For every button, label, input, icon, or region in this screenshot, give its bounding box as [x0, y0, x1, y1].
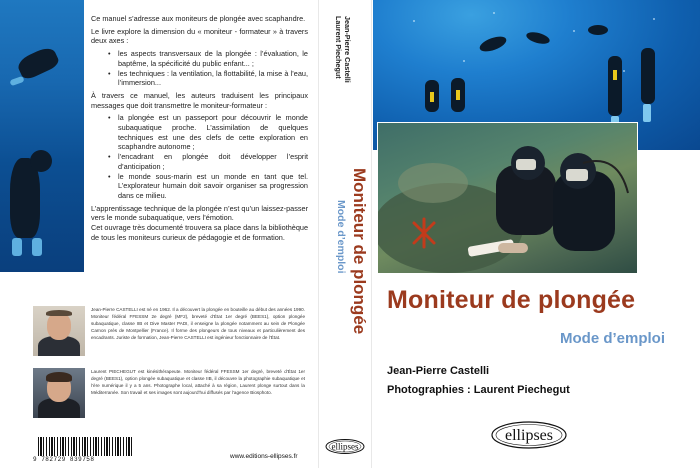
- list-item: l’encadrant en plongée doit développer l…: [91, 152, 308, 171]
- barcode-bars: [38, 437, 134, 456]
- back-cover-blurb: Ce manuel s’adresse aux moniteurs de plo…: [91, 14, 308, 245]
- blurb-paragraph: Ce manuel s’adresse aux moniteurs de plo…: [91, 14, 306, 23]
- publisher-website: www.editions-ellipses.fr: [230, 453, 298, 460]
- list-item: le monde sous-marin est un monde en tant…: [91, 172, 308, 201]
- publisher-name: ellipses: [505, 427, 553, 444]
- barcode-number: 9 782729 839758: [33, 456, 95, 463]
- back-cover-diver-photo: [0, 0, 84, 272]
- blurb-paragraph: L’apprentissage technique de la plongée …: [91, 203, 308, 223]
- instructor-scene: [378, 146, 629, 273]
- author-photo-castelli: [33, 306, 85, 356]
- book-subtitle: Mode d’emploi: [560, 330, 665, 347]
- book-photographer: Photographies : Laurent Piechegut: [387, 384, 570, 396]
- axes-list: les aspects transversaux de la plongée :…: [91, 49, 308, 88]
- list-item: les techniques : la ventilation, la flot…: [91, 69, 308, 88]
- front-cover: [373, 0, 700, 468]
- back-cover: Ce manuel s’adresse aux moniteurs de plo…: [0, 0, 318, 468]
- author-bio-castelli: Jean-Pierre CASTELLI est né en 1962. Il …: [33, 306, 305, 366]
- blurb-paragraph: Cet ouvrage très documenté trouvera sa p…: [91, 223, 309, 242]
- spine-title: Moniteur de plongée: [350, 168, 369, 335]
- blurb-paragraph: Le livre explore la dimension du « monit…: [91, 26, 308, 46]
- book-title: Moniteur de plongée: [387, 286, 636, 314]
- book-author: Jean-Pierre Castelli: [387, 365, 490, 377]
- list-item: la plongée est un passeport pour découvr…: [91, 113, 308, 152]
- author-bio-text: Laurent PIECHEGUT est kinésithérapeute. …: [91, 369, 305, 396]
- spine-publisher-logo: ellipses: [325, 439, 365, 454]
- book-spine: Jean-Pierre Castelli Laurent Piechegut M…: [318, 0, 372, 468]
- spine-subtitle: Mode d’emploi: [335, 200, 347, 274]
- author-bios: Jean-Pierre CASTELLI est né en 1962. Il …: [33, 306, 305, 430]
- messages-list: la plongée est un passeport pour découvr…: [91, 113, 308, 200]
- spine-publisher-name: ellipses: [332, 442, 359, 452]
- front-cover-instructor-photo: [377, 122, 638, 274]
- spine-author-1: Jean-Pierre Castelli: [343, 16, 352, 83]
- author-bio-piechegut: Laurent PIECHEGUT est kinésithérapeute. …: [33, 368, 305, 428]
- isbn-barcode: 9 782729 839758: [33, 437, 137, 463]
- author-bio-text: Jean-Pierre CASTELLI est né en 1962. Il …: [91, 307, 305, 341]
- publisher-logo: ellipses: [491, 421, 567, 449]
- spine-author-2: Laurent Piechegut: [334, 16, 344, 79]
- spine-authors: Jean-Pierre Castelli Laurent Piechegut: [334, 16, 352, 83]
- author-photo-piechegut: [33, 368, 85, 418]
- list-item: les aspects transversaux de la plongée :…: [91, 49, 308, 68]
- blurb-paragraph: À travers ce manuel, les auteurs traduis…: [91, 90, 308, 110]
